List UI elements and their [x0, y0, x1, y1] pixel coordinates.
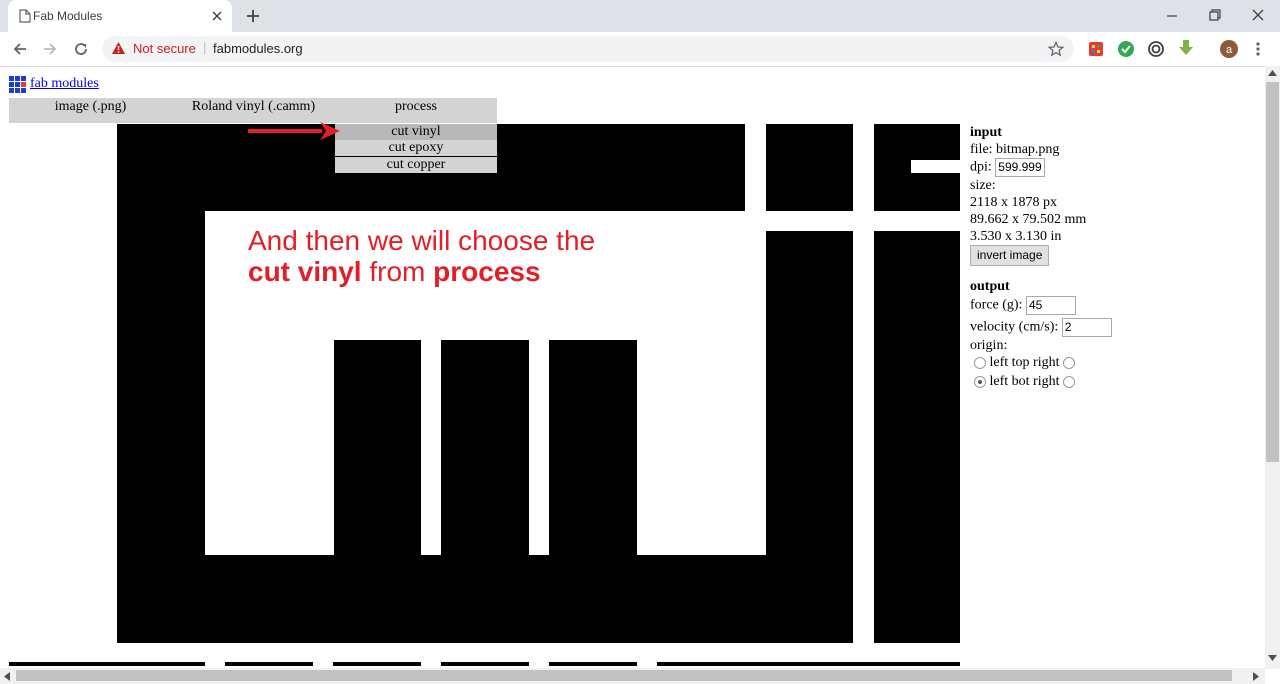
new-tab-icon[interactable] [245, 8, 261, 24]
input-heading: input [970, 125, 1002, 140]
dpi-label: dpi: [970, 159, 992, 175]
size-label: size: [970, 178, 996, 193]
url-text[interactable]: fabmodules.org [213, 41, 303, 56]
process-option-cut-vinyl[interactable]: cut vinyl [335, 124, 497, 140]
tab-title: Fab Modules [33, 9, 103, 23]
fab-modules-link[interactable]: fab modules [30, 76, 99, 92]
size-in: 3.530 x 3.130 in [970, 229, 1062, 244]
process-option-cut-copper[interactable]: cut copper [335, 157, 497, 173]
spiral-extension-icon[interactable] [1147, 40, 1165, 58]
scroll-left-icon[interactable] [4, 672, 10, 681]
input-file: file: bitmap.png [970, 142, 1060, 157]
dpi-input[interactable]: 599.999 [995, 158, 1046, 177]
back-icon[interactable] [11, 40, 29, 58]
bitmap-shape [441, 662, 529, 666]
svg-text:a: a [1226, 44, 1233, 56]
bitmap-shape [766, 231, 853, 556]
menu-output-format[interactable]: Roland vinyl (.camm) [172, 98, 335, 115]
scroll-down-icon[interactable] [1268, 655, 1277, 661]
bitmap-shape [766, 124, 853, 211]
bookmark-star-icon[interactable] [1048, 41, 1064, 57]
scroll-up-icon[interactable] [1268, 70, 1277, 76]
settings-panel: input file: bitmap.png dpi: 599.999 size… [970, 124, 1160, 390]
minimize-icon[interactable] [1165, 10, 1179, 22]
avatar[interactable]: a [1219, 39, 1239, 59]
origin-row-1-label: left top right [989, 355, 1060, 370]
url-separator-icon: | [203, 40, 207, 55]
velocity-input[interactable]: 2 [1061, 318, 1112, 337]
origin-top-left-radio[interactable] [974, 356, 986, 369]
bitmap-gap [911, 160, 960, 173]
process-option-cut-epoxy[interactable]: cut epoxy [335, 140, 497, 156]
force-input[interactable]: 45 [1025, 296, 1076, 315]
close-tab-icon[interactable] [211, 10, 223, 22]
menu-kebab-icon[interactable] [1255, 41, 1261, 57]
scroll-right-icon[interactable] [1253, 672, 1259, 681]
annotation-mid: from [361, 256, 434, 287]
annotation-bold-cut-vinyl: cut vinyl [248, 256, 362, 287]
page-icon [19, 9, 31, 23]
origin-bot-left-radio[interactable] [974, 375, 986, 388]
bitmap-shape [549, 662, 637, 666]
annotation-text: And then we will choose the cut vinyl fr… [248, 225, 595, 287]
size-mm: 89.662 x 79.502 mm [970, 212, 1087, 227]
download-extension-icon[interactable] [1177, 39, 1195, 57]
annotation-bold-process: process [433, 256, 541, 287]
origin-label: origin: [970, 338, 1008, 353]
annotation-line-2: cut vinyl from process [248, 256, 595, 287]
origin-top-right-radio[interactable] [1063, 356, 1075, 369]
bitmap-shape [225, 662, 313, 666]
forward-icon[interactable] [41, 40, 59, 58]
bitmap-shape [117, 555, 853, 643]
annotation-line-1: And then we will choose the [248, 225, 596, 256]
bitmap-shape [9, 662, 205, 666]
extension-grid-icon[interactable] [1088, 41, 1104, 57]
vertical-scroll-thumb[interactable] [1266, 82, 1279, 462]
close-window-icon[interactable] [1251, 8, 1265, 22]
horizontal-scroll-thumb[interactable] [16, 670, 1232, 681]
warning-icon[interactable] [111, 41, 126, 55]
menu-input-format[interactable]: image (.png) [9, 98, 172, 115]
bitmap-shape [549, 340, 637, 556]
velocity-label: velocity (cm/s): [970, 319, 1059, 335]
bitmap-shape [333, 662, 421, 666]
bitmap-shape [441, 340, 529, 556]
check-extension-icon[interactable] [1117, 40, 1135, 58]
menu-process[interactable]: process [335, 98, 497, 115]
invert-image-button[interactable]: invert image [970, 245, 1050, 266]
bitmap-shape [874, 231, 960, 643]
fab-grid-logo-icon [9, 76, 26, 93]
not-secure-label[interactable]: Not secure [133, 41, 196, 56]
red-arrow-icon [248, 122, 340, 140]
bitmap-shape [657, 662, 960, 666]
output-heading: output [970, 279, 1010, 294]
origin-row-2-label: left bot right [989, 374, 1060, 389]
bitmap-shape [334, 340, 421, 556]
reload-icon[interactable] [72, 40, 90, 58]
origin-bot-right-radio[interactable] [1063, 375, 1075, 388]
force-label: force (g): [970, 297, 1023, 313]
restore-icon[interactable] [1208, 8, 1222, 22]
size-px: 2118 x 1878 px [970, 195, 1057, 210]
